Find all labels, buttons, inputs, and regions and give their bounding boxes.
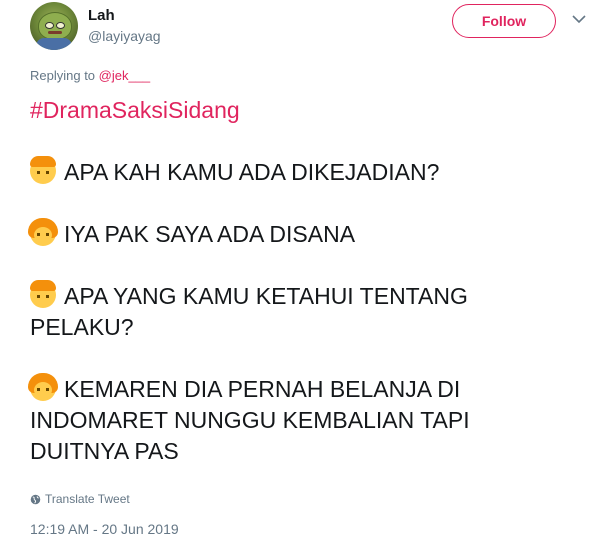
hashtag-link[interactable]: #DramaSaksiSidang (30, 95, 590, 126)
tweet-line: APA KAH KAMU ADA DIKEJADIAN? (30, 156, 590, 188)
globe-icon (30, 494, 41, 504)
tweet-line: IYA PAK SAYA ADA DISANA (28, 218, 590, 250)
user-avatar[interactable] (30, 2, 78, 50)
girl-emoji-icon (28, 373, 58, 401)
tweet-line: APA YANG KAMU KETAHUI TENTANG (30, 280, 590, 312)
follow-button[interactable]: Follow (452, 4, 556, 38)
replying-prefix: Replying to (30, 68, 99, 83)
tweet-line: INDOMARET NUNGGU KEMBALIAN TAPI (30, 407, 470, 433)
reply-mention-link[interactable]: @jek___ (99, 68, 151, 83)
tweet-header: Lah @layiyayag Follow (30, 0, 600, 56)
frog-face-icon (38, 12, 72, 40)
user-handle[interactable]: @layiyayag (88, 28, 161, 44)
tweet-line: PELAKU? (30, 314, 134, 340)
girl-emoji-icon (28, 218, 58, 246)
tweet-text: #DramaSaksiSidang APA KAH KAMU ADA DIKEJ… (28, 95, 590, 467)
replying-to: Replying to @jek___ (30, 68, 150, 83)
translate-tweet-link[interactable]: Translate Tweet (30, 492, 130, 506)
boy-emoji-icon (30, 280, 56, 308)
tweet-line: KEMAREN DIA PERNAH BELANJA DI (28, 373, 590, 405)
chevron-down-icon[interactable] (572, 14, 586, 24)
user-display-name[interactable]: Lah (88, 7, 115, 24)
tweet-line: DUITNYA PAS (30, 438, 179, 464)
boy-emoji-icon (30, 156, 56, 184)
tweet-timestamp[interactable]: 12:19 AM - 20 Jun 2019 (30, 521, 179, 537)
translate-label: Translate Tweet (45, 492, 130, 506)
